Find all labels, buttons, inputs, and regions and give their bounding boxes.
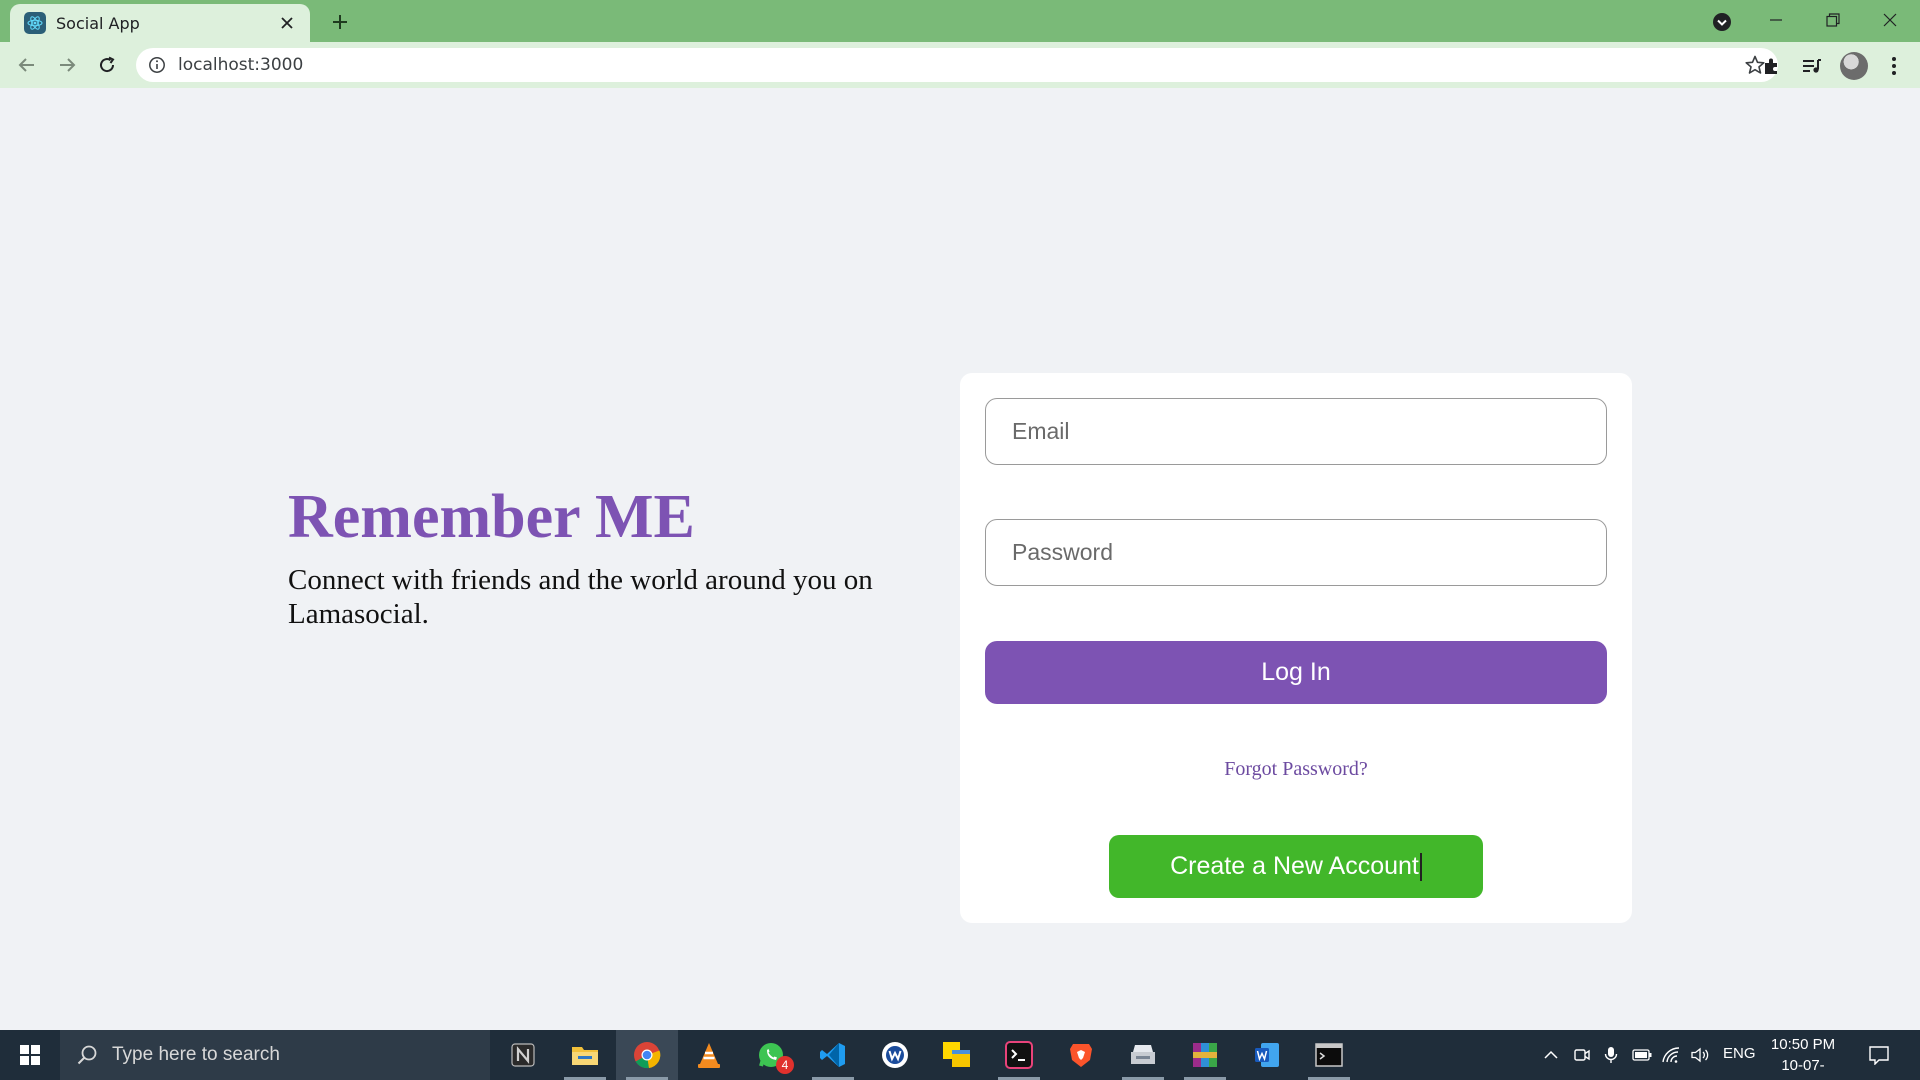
- reload-icon[interactable]: [92, 50, 122, 80]
- create-account-label: Create a New Account: [1170, 851, 1419, 880]
- tab-title: Social App: [56, 13, 140, 33]
- login-form: Log In Forgot Password? Create a New Acc…: [960, 373, 1632, 923]
- vlc-icon[interactable]: [678, 1030, 740, 1080]
- create-account-button[interactable]: Create a New Account: [1109, 835, 1483, 898]
- restore-icon[interactable]: [1805, 0, 1861, 40]
- file-explorer-icon[interactable]: [554, 1030, 616, 1080]
- taskbar-search-placeholder: Type here to search: [112, 1044, 280, 1065]
- profile-avatar[interactable]: [1840, 52, 1868, 80]
- media-queue-icon[interactable]: [1798, 52, 1826, 80]
- vscode-icon[interactable]: [802, 1030, 864, 1080]
- brand-logo: Remember ME: [288, 483, 695, 551]
- forgot-password-link[interactable]: Forgot Password?: [960, 758, 1632, 781]
- login-button[interactable]: Log In: [985, 641, 1607, 704]
- search-icon: [76, 1044, 98, 1066]
- password-field[interactable]: [985, 519, 1607, 586]
- cmd-icon[interactable]: [1298, 1030, 1360, 1080]
- forward-arrow-icon[interactable]: [52, 50, 82, 80]
- back-arrow-icon[interactable]: [12, 50, 42, 80]
- tab-close-icon[interactable]: [274, 10, 300, 36]
- address-bar[interactable]: localhost:3000: [136, 48, 1778, 82]
- volume-icon[interactable]: [1690, 1045, 1710, 1065]
- new-tab-plus-icon[interactable]: [326, 8, 354, 36]
- login-page: Remember ME Connect with friends and the…: [0, 88, 1920, 1030]
- notification-center-icon[interactable]: [1866, 1042, 1892, 1068]
- url-text: localhost:3000: [178, 55, 304, 75]
- app-w-icon[interactable]: [864, 1030, 926, 1080]
- windows-start-icon[interactable]: [0, 1030, 60, 1080]
- text-cursor: [1419, 853, 1422, 882]
- brave-icon[interactable]: [1050, 1030, 1112, 1080]
- clock-date: 10-07-2021: [1781, 1057, 1825, 1080]
- terminal-app-icon[interactable]: [988, 1030, 1050, 1080]
- wifi-icon[interactable]: [1661, 1045, 1681, 1065]
- sticky-notes-icon[interactable]: [926, 1030, 988, 1080]
- react-favicon-icon: [24, 12, 46, 34]
- browser-menu-icon[interactable]: [1880, 52, 1908, 80]
- word-icon[interactable]: [1236, 1030, 1298, 1080]
- taskbar: Type here to search 4 ENG 10:50 PM 10-07…: [0, 1030, 1920, 1080]
- tab-search-icon[interactable]: [1710, 10, 1734, 34]
- site-info-icon[interactable]: [148, 56, 166, 74]
- show-hidden-icons-chevron-icon[interactable]: [1541, 1045, 1561, 1065]
- microphone-icon[interactable]: [1601, 1045, 1621, 1065]
- taskbar-search-box[interactable]: Type here to search: [60, 1030, 490, 1080]
- login-branding: Remember ME Connect with friends and the…: [288, 483, 928, 632]
- browser-toolbar: localhost:3000: [0, 42, 1920, 88]
- whatsapp-badge: 4: [776, 1056, 794, 1074]
- meet-now-icon[interactable]: [1572, 1045, 1592, 1065]
- extensions-puzzle-icon[interactable]: [1758, 52, 1786, 80]
- notion-icon[interactable]: [492, 1030, 554, 1080]
- minimize-icon[interactable]: [1748, 0, 1804, 40]
- input-language[interactable]: ENG: [1723, 1045, 1756, 1062]
- brand-description: Connect with friends and the world aroun…: [288, 564, 873, 631]
- browser-tab[interactable]: Social App: [10, 4, 310, 42]
- clock-time: 10:50 PM: [1770, 1036, 1836, 1053]
- system-clock[interactable]: 10:50 PM 10-07-2021: [1766, 1034, 1840, 1080]
- whatsapp-icon[interactable]: 4: [740, 1030, 802, 1080]
- window-close-icon[interactable]: [1862, 0, 1918, 40]
- email-field[interactable]: [985, 398, 1607, 465]
- scanner-icon[interactable]: [1112, 1030, 1174, 1080]
- browser-tab-strip: Social App: [0, 0, 1920, 42]
- battery-icon[interactable]: [1632, 1045, 1652, 1065]
- chrome-icon[interactable]: [616, 1030, 678, 1080]
- winrar-icon[interactable]: [1174, 1030, 1236, 1080]
